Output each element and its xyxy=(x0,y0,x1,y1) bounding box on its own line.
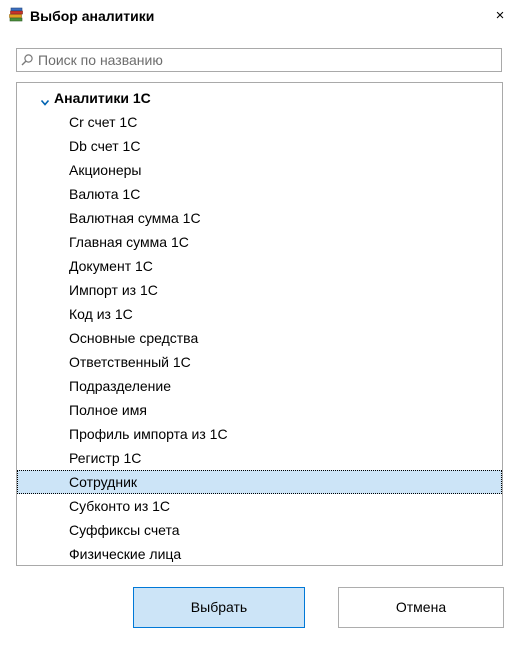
tree-item-label: Профиль импорта из 1С xyxy=(69,426,228,442)
title-bar: Выбор аналитики × xyxy=(0,0,520,32)
tree-item-label: Полное имя xyxy=(69,402,147,418)
tree-item-label: Суффиксы счета xyxy=(69,522,180,538)
close-icon: × xyxy=(495,7,505,24)
tree-item-label: Субконто из 1С xyxy=(69,498,171,514)
tree-item-label: Импорт из 1С xyxy=(69,282,158,298)
tree-item-label: Документ 1С xyxy=(69,258,153,274)
tree-root-node[interactable]: Аналитики 1С xyxy=(17,86,502,110)
tree-item[interactable]: Регистр 1С xyxy=(17,446,502,470)
tree-item[interactable]: Главная сумма 1С xyxy=(17,230,502,254)
tree-item-label: Основные средства xyxy=(69,330,199,346)
tree-item[interactable]: Основные средства xyxy=(17,326,502,350)
tree-item-label: Подразделение xyxy=(69,378,172,394)
tree-item[interactable]: Код из 1С xyxy=(17,302,502,326)
tree-item[interactable]: Профиль импорта из 1С xyxy=(17,422,502,446)
close-button[interactable]: × xyxy=(488,4,512,28)
tree-items-list: Cr счет 1С Db счет 1С Акционеры Валюта 1С Ва… xyxy=(17,110,502,566)
tree-item-label: Физические лица xyxy=(69,546,182,562)
tree-item[interactable]: Акционеры xyxy=(17,158,502,182)
tree-item[interactable]: Физические лица xyxy=(17,542,502,566)
books-stack-icon xyxy=(8,7,24,23)
tree-item-label: Код из 1С xyxy=(69,306,133,322)
cancel-button[interactable]: Отмена xyxy=(338,587,504,628)
search-input[interactable] xyxy=(38,50,493,70)
tree-item[interactable]: Документ 1С xyxy=(17,254,502,278)
tree-item[interactable]: Суффиксы счета xyxy=(17,518,502,542)
tree-item-label: Главная сумма 1С xyxy=(69,234,189,250)
tree-item[interactable]: Субконто из 1С xyxy=(17,494,502,518)
tree-item[interactable]: Ответственный 1С xyxy=(17,350,502,374)
dialog-window: Выбор аналитики × Аналитики 1С Cr счет 1… xyxy=(0,0,520,645)
tree-item[interactable]: Полное имя xyxy=(17,398,502,422)
chevron-down-icon[interactable] xyxy=(40,94,50,106)
tree-item[interactable]: Сотрудник xyxy=(17,470,502,494)
tree-item-label: Ответственный 1С xyxy=(69,354,191,370)
tree-item[interactable]: Валюта 1С xyxy=(17,182,502,206)
tree-item[interactable]: Db счет 1С xyxy=(17,134,502,158)
tree-item-label: Сотрудник xyxy=(69,474,138,490)
tree-item-label: Db счет 1С xyxy=(69,138,141,154)
tree-item[interactable]: Валютная сумма 1С xyxy=(17,206,502,230)
tree-item-label: Валюта 1С xyxy=(69,186,141,202)
search-box[interactable] xyxy=(16,48,502,72)
tree-item-label: Валютная сумма 1С xyxy=(69,210,201,226)
tree-root-label: Аналитики 1С xyxy=(54,90,151,106)
tree-item-label: Регистр 1С xyxy=(69,450,142,466)
tree-item-label: Cr счет 1С xyxy=(69,114,138,130)
tree-item[interactable]: Cr счет 1С xyxy=(17,110,502,134)
analytics-tree[interactable]: Аналитики 1С Cr счет 1С Db счет 1С Акционе… xyxy=(16,82,503,566)
select-button[interactable]: Выбрать xyxy=(133,587,305,628)
tree-item[interactable]: Подразделение xyxy=(17,374,502,398)
tree-item-label: Акционеры xyxy=(69,162,142,178)
search-icon xyxy=(20,53,34,67)
tree-item[interactable]: Импорт из 1С xyxy=(17,278,502,302)
dialog-title: Выбор аналитики xyxy=(30,8,155,24)
